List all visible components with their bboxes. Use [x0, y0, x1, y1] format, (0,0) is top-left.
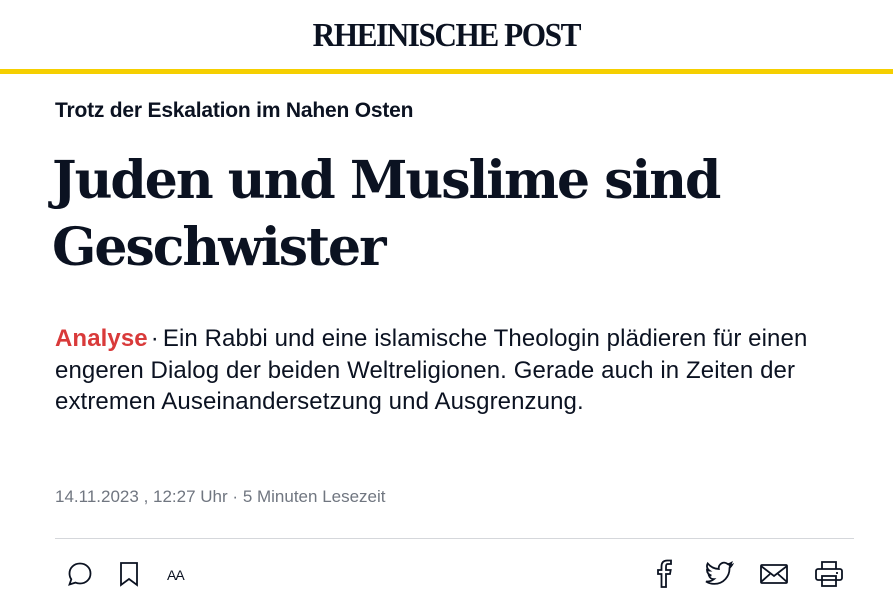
share-facebook-button[interactable]: [648, 558, 680, 590]
article-toolbar-right: [648, 558, 845, 590]
teaser-text: Ein Rabbi und eine islamische Theologin …: [55, 325, 808, 415]
bookmark-icon: [120, 562, 138, 587]
reading-time: 5 Minuten Lesezeit: [242, 487, 386, 506]
article-toolbar-left: AA: [64, 558, 211, 590]
headline-line-2: Geschwister: [52, 217, 387, 278]
twitter-icon: [705, 561, 734, 585]
share-mail-button[interactable]: [758, 558, 790, 590]
site-logo[interactable]: RHEINISCHE POST: [313, 17, 582, 55]
publish-date: 14.11.2023: [55, 487, 139, 506]
teaser-separator: ·: [150, 325, 159, 352]
print-icon: [815, 561, 843, 587]
meta-separator: ·: [232, 487, 239, 506]
headline-line-1: Juden und Muslime sind: [52, 150, 721, 211]
comment-button[interactable]: [64, 558, 96, 590]
publish-time: , 12:27 Uhr: [143, 487, 228, 506]
mail-icon: [760, 564, 788, 584]
font-size-glyph: AA: [167, 567, 185, 583]
masthead: RHEINISCHE POST: [0, 0, 893, 70]
bookmark-button[interactable]: [113, 558, 145, 590]
font-size-icon: AA: [167, 567, 186, 583]
article-headline: Juden und Muslime sind Geschwister: [52, 147, 852, 281]
toolbar-divider: [55, 538, 854, 539]
article-kicker: Trotz der Eskalation im Nahen Osten: [55, 99, 414, 122]
article-teaser: Analyse · Ein Rabbi und eine islamische Th…: [55, 323, 845, 418]
article-meta: 14.11.2023 , 12:27 Uhr · 5 Minuten Lesez…: [55, 487, 386, 507]
accent-bar: [0, 69, 893, 74]
font-size-button[interactable]: AA: [162, 558, 194, 590]
comment-icon: [68, 562, 92, 586]
teaser-label: Analyse: [55, 325, 148, 352]
share-twitter-button[interactable]: [703, 558, 735, 590]
facebook-icon: [657, 559, 672, 588]
print-button[interactable]: [813, 558, 845, 590]
